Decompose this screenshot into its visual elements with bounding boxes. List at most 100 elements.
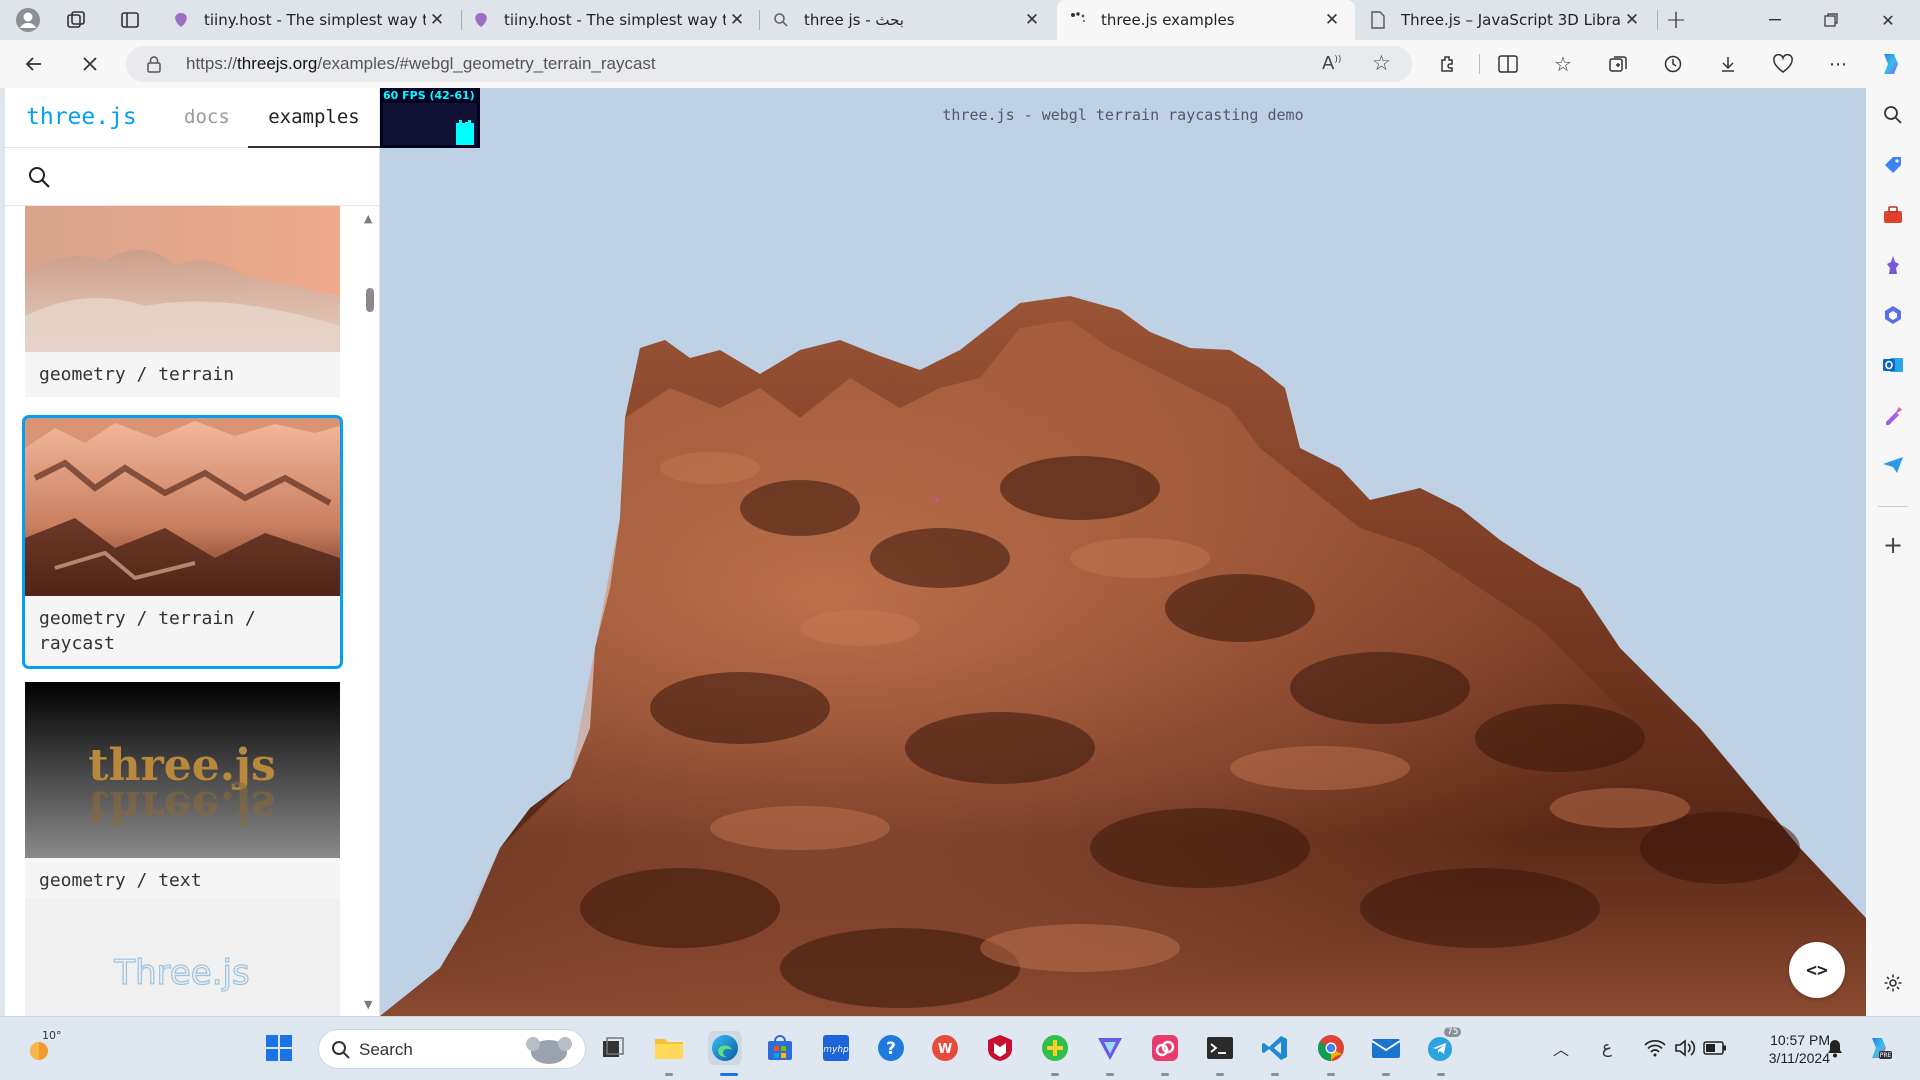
get-help-icon[interactable]: ? [874, 1031, 908, 1065]
examples-list: geometry / terrain geometry / terrain / … [5, 206, 380, 1016]
vpn-app-icon[interactable] [1093, 1031, 1127, 1065]
tab-title: three js - بحث [804, 11, 904, 29]
text-logo-reflection: three.js [88, 781, 276, 832]
add-sidebar-app-icon[interactable]: + [1878, 530, 1908, 560]
battery-icon[interactable] [1698, 1031, 1732, 1065]
myhp-icon[interactable]: myhp [819, 1031, 853, 1065]
scrollbar-thumb[interactable] [366, 288, 374, 312]
creative-cloud-icon[interactable] [1148, 1031, 1182, 1065]
tab-search-results[interactable]: three js - بحث ✕ [760, 0, 1055, 40]
taskbar-search-box[interactable]: Search [318, 1029, 586, 1069]
send-icon[interactable] [1878, 450, 1908, 480]
microsoft-365-icon[interactable] [1878, 300, 1908, 330]
sidebar-settings-icon[interactable] [1878, 968, 1908, 998]
close-icon[interactable]: ✕ [426, 10, 448, 30]
restore-button[interactable] [1803, 0, 1859, 40]
notifications-bell-icon[interactable] [1818, 1031, 1852, 1065]
file-explorer-icon[interactable] [652, 1031, 686, 1065]
extensions-icon[interactable] [1432, 48, 1464, 80]
shopping-tag-icon[interactable] [1878, 150, 1908, 180]
profile-icon[interactable] [13, 5, 43, 35]
copilot-preview-icon[interactable]: PRE [1862, 1031, 1896, 1065]
stop-loading-icon[interactable] [74, 48, 106, 80]
games-icon[interactable] [1878, 250, 1908, 280]
green-plus-app-icon[interactable] [1038, 1031, 1072, 1065]
chrome-icon[interactable] [1314, 1031, 1348, 1065]
history-icon[interactable] [1657, 48, 1689, 80]
favorite-star-icon[interactable]: ☆ [1372, 51, 1391, 75]
tab-title: Three.js – JavaScript 3D Library [1401, 11, 1621, 29]
tab-tiiny-host-2[interactable]: tiiny.host - The simplest way to s ✕ [460, 0, 760, 40]
task-view-icon[interactable] [596, 1031, 630, 1065]
tab-strip: tiiny.host - The simplest way to s ✕ tii… [0, 0, 1920, 40]
downloads-icon[interactable] [1712, 48, 1744, 80]
examples-sidebar: three.js docs examples geometry / terrai… [5, 88, 380, 1016]
new-tab-icon[interactable]: + [1661, 5, 1691, 35]
minimize-button[interactable] [1747, 0, 1803, 40]
wps-office-icon[interactable]: W [928, 1031, 962, 1065]
telegram-icon[interactable]: 75 [1424, 1027, 1462, 1065]
designer-icon[interactable] [1878, 400, 1908, 430]
scroll-down-arrow-icon[interactable]: ▼ [364, 998, 372, 1011]
microsoft-store-icon[interactable] [763, 1031, 797, 1065]
example-card-geometry-terrain-raycast[interactable]: geometry / terrain / raycast [22, 415, 343, 669]
back-icon[interactable] [18, 48, 50, 80]
url-text[interactable]: https://threejs.org/examples/#webgl_geom… [186, 54, 656, 74]
split-screen-icon[interactable] [1492, 48, 1524, 80]
search-highlight-icon [519, 1034, 575, 1070]
view-source-button[interactable]: <> [1789, 942, 1845, 998]
start-icon[interactable] [262, 1031, 296, 1065]
svg-text:?: ? [886, 1039, 896, 1059]
close-icon[interactable]: ✕ [726, 10, 748, 30]
read-aloud-icon[interactable]: A)) [1322, 53, 1341, 74]
close-icon[interactable]: ✕ [1321, 10, 1343, 30]
weather-widget[interactable]: 10° [22, 1029, 62, 1065]
example-card-geometry-text[interactable]: three.js three.js geometry / text [25, 682, 340, 903]
close-icon[interactable]: ✕ [1621, 10, 1643, 30]
search-icon[interactable] [27, 165, 51, 193]
clock[interactable]: 10:57 PM 3/11/2024 [1740, 1031, 1830, 1067]
card-label: geometry / text [39, 870, 202, 891]
collections-icon[interactable] [1602, 48, 1634, 80]
tab-threejs-library[interactable]: Three.js – JavaScript 3D Library ✕ [1357, 0, 1655, 40]
tools-icon[interactable] [1878, 200, 1908, 230]
tab-threejs-examples[interactable]: three.js examples ✕ [1057, 0, 1355, 40]
input-language-indicator[interactable]: ع [1590, 1031, 1624, 1065]
tab-tiiny-host-1[interactable]: tiiny.host - The simplest way to s ✕ [160, 0, 460, 40]
address-bar[interactable]: https://threejs.org/examples/#webgl_geom… [126, 46, 1412, 82]
vscode-icon[interactable] [1258, 1031, 1292, 1065]
edge-browser-icon[interactable] [708, 1031, 742, 1065]
close-window-button[interactable]: ✕ [1860, 0, 1916, 40]
mcafee-icon[interactable] [983, 1031, 1017, 1065]
brand-link[interactable]: three.js [26, 104, 137, 130]
search-row[interactable] [5, 148, 380, 206]
thumbnail-image [25, 418, 340, 596]
scroll-up-arrow-icon[interactable]: ▲ [364, 212, 372, 225]
webgl-viewport[interactable]: 60 FPS (42-61) three.js - webgl terrain … [380, 88, 1866, 1016]
thumbnail-image: Three.js [25, 898, 340, 1016]
wifi-icon[interactable] [1638, 1031, 1672, 1065]
nav-examples[interactable]: examples [248, 88, 380, 148]
close-icon[interactable]: ✕ [1021, 10, 1043, 30]
outlook-icon[interactable] [1878, 350, 1908, 380]
example-card-geometry-terrain[interactable]: geometry / terrain [25, 206, 340, 397]
workspaces-icon[interactable] [61, 5, 91, 35]
lock-icon[interactable] [146, 55, 162, 77]
search-icon[interactable] [1878, 100, 1908, 130]
fps-text: 60 FPS (42-61) [383, 89, 475, 102]
terminal-icon[interactable] [1203, 1031, 1237, 1065]
copilot-icon[interactable] [1875, 48, 1907, 80]
example-card-partial[interactable]: Three.js [25, 898, 340, 1016]
volume-icon[interactable] [1668, 1031, 1702, 1065]
sidebar-scrollbar[interactable]: ▲ ▼ [360, 206, 380, 1016]
show-hidden-icons-chevron-icon[interactable]: ︿ [1544, 1031, 1578, 1065]
search-icon [331, 1040, 351, 1064]
favorites-icon[interactable]: ☆ [1547, 48, 1579, 80]
browser-essentials-icon[interactable] [1767, 48, 1799, 80]
more-options-icon[interactable]: ⋯ [1822, 48, 1854, 80]
nav-docs[interactable]: docs [184, 106, 230, 128]
tab-title: tiiny.host - The simplest way to s [504, 11, 726, 29]
mail-icon[interactable] [1369, 1031, 1403, 1065]
tab-actions-icon[interactable] [115, 5, 145, 35]
terrain-render[interactable] [380, 88, 1866, 1016]
